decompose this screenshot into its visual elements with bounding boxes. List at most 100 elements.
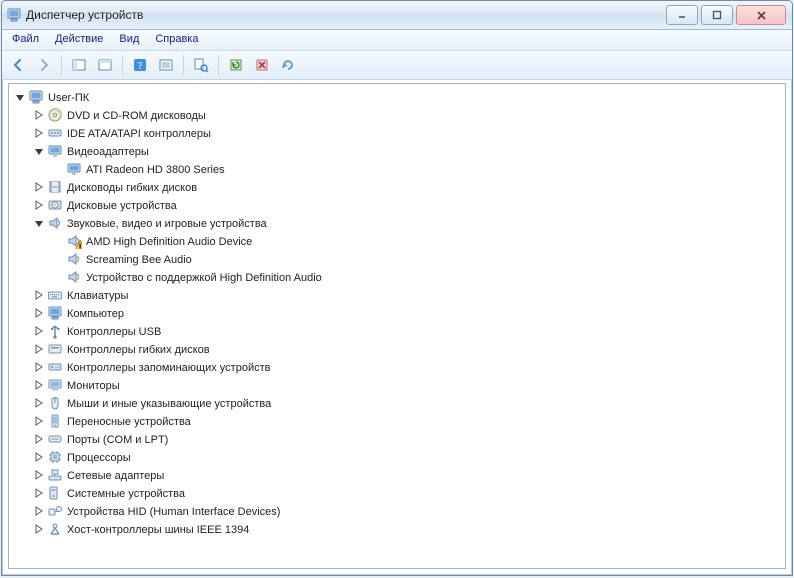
tree-item[interactable]: Переносные устройства — [11, 412, 783, 430]
tree-item[interactable]: Контроллеры гибких дисков — [11, 340, 783, 358]
tree-item[interactable]: Компьютер — [11, 304, 783, 322]
arrow-right-icon — [36, 57, 52, 73]
tree-item[interactable]: Мыши и иные указывающие устройства — [11, 394, 783, 412]
minimize-button[interactable] — [666, 5, 698, 25]
tree-item-label: Процессоры — [67, 451, 131, 464]
tree-item-label: Мыши и иные указывающие устройства — [67, 397, 271, 410]
toolbar-update-driver[interactable] — [224, 53, 248, 77]
tree-item[interactable]: IDE ATA/ATAPI контроллеры — [11, 124, 783, 142]
expand-toggle[interactable] — [33, 182, 44, 193]
tree-item-label: User-ПК — [48, 91, 89, 104]
menu-view[interactable]: Вид — [111, 30, 147, 50]
uninstall-icon — [254, 57, 270, 73]
tree-item-label: Дисковые устройства — [67, 199, 177, 212]
expand-toggle[interactable] — [33, 452, 44, 463]
tree-item-label: Дисководы гибких дисков — [67, 181, 197, 194]
expand-toggle[interactable] — [33, 470, 44, 481]
expand-toggle[interactable] — [33, 416, 44, 427]
titlebar: Диспетчер устройств — [2, 1, 792, 30]
tree-item-label: Клавиатуры — [67, 289, 128, 302]
expand-toggle[interactable] — [33, 326, 44, 337]
tree-item[interactable]: Клавиатуры — [11, 286, 783, 304]
tree-item[interactable]: Видеоадаптеры — [11, 142, 783, 160]
tree-item[interactable]: Дисковые устройства — [11, 196, 783, 214]
tree-item[interactable]: Устройство с поддержкой High Definition … — [11, 268, 783, 286]
toolbar-back-button[interactable] — [6, 53, 30, 77]
menu-help[interactable]: Справка — [147, 30, 206, 50]
expand-toggle[interactable] — [33, 200, 44, 211]
tree-root[interactable]: User-ПК — [11, 88, 783, 106]
device-tree-pane[interactable]: User-ПК DVD и CD-ROM дисководыIDE ATA/ATA… — [8, 83, 786, 569]
tree-item-label: Порты (COM и LPT) — [67, 433, 168, 446]
storage-icon — [47, 359, 63, 375]
ieee-icon — [47, 521, 63, 537]
expand-toggle[interactable] — [33, 434, 44, 445]
tree-item-label: Screaming Bee Audio — [86, 253, 192, 266]
toolbar-separator — [61, 55, 62, 75]
tree-item[interactable]: Screaming Bee Audio — [11, 250, 783, 268]
keyboard-icon — [47, 287, 63, 303]
update-icon — [228, 57, 244, 73]
sound-icon — [66, 251, 82, 267]
tree-item[interactable]: AMD High Definition Audio Device — [11, 232, 783, 250]
disc-icon — [47, 107, 63, 123]
menu-file[interactable]: Файл — [4, 30, 47, 50]
tree-item[interactable]: Устройства HID (Human Interface Devices) — [11, 502, 783, 520]
ide-icon — [47, 125, 63, 141]
tree-item[interactable]: Контроллеры USB — [11, 322, 783, 340]
tree-item-label: Контроллеры USB — [67, 325, 161, 338]
tree-item[interactable]: DVD и CD-ROM дисководы — [11, 106, 783, 124]
display-icon — [66, 161, 82, 177]
toolbar-action-list[interactable] — [154, 53, 178, 77]
toolbar-show-hide-tree[interactable] — [67, 53, 91, 77]
toolbar-properties[interactable] — [93, 53, 117, 77]
tree-item[interactable]: Процессоры — [11, 448, 783, 466]
tree-item-label: Сетевые адаптеры — [67, 469, 164, 482]
refresh-icon — [280, 57, 296, 73]
expand-toggle[interactable] — [33, 128, 44, 139]
hid-icon — [47, 503, 63, 519]
expand-toggle[interactable] — [33, 362, 44, 373]
expand-toggle[interactable] — [33, 290, 44, 301]
expand-toggle[interactable] — [33, 506, 44, 517]
expand-toggle[interactable] — [14, 92, 25, 103]
monitor-icon — [47, 377, 63, 393]
tree-item[interactable]: Порты (COM и LPT) — [11, 430, 783, 448]
expand-toggle[interactable] — [33, 308, 44, 319]
device-manager-window: Диспетчер устройств Файл Действие Вид Сп… — [1, 0, 793, 576]
tree-item[interactable]: Звуковые, видео и игровые устройства — [11, 214, 783, 232]
expand-toggle[interactable] — [33, 344, 44, 355]
menu-action[interactable]: Действие — [47, 30, 111, 50]
expand-toggle[interactable] — [33, 488, 44, 499]
tree-item[interactable]: Контроллеры запоминающих устройств — [11, 358, 783, 376]
system-icon — [47, 485, 63, 501]
maximize-button[interactable] — [701, 5, 733, 25]
expand-toggle[interactable] — [33, 218, 44, 229]
floppy-icon — [47, 179, 63, 195]
toolbar-forward-button[interactable] — [32, 53, 56, 77]
expand-toggle[interactable] — [33, 380, 44, 391]
toolbar-help-button[interactable] — [128, 53, 152, 77]
toolbar-refresh[interactable] — [276, 53, 300, 77]
expand-toggle[interactable] — [33, 110, 44, 121]
tree-item[interactable]: ATI Radeon HD 3800 Series — [11, 160, 783, 178]
tree-item[interactable]: Мониторы — [11, 376, 783, 394]
tree-item[interactable]: Системные устройства — [11, 484, 783, 502]
expand-toggle[interactable] — [33, 524, 44, 535]
expand-toggle[interactable] — [33, 398, 44, 409]
tree-item[interactable]: Сетевые адаптеры — [11, 466, 783, 484]
toolbar-separator — [218, 55, 219, 75]
toolbar-uninstall[interactable] — [250, 53, 274, 77]
tree-item[interactable]: Дисководы гибких дисков — [11, 178, 783, 196]
tree-item-label: Устройство с поддержкой High Definition … — [86, 271, 322, 284]
expand-toggle[interactable] — [33, 146, 44, 157]
menubar: Файл Действие Вид Справка — [2, 30, 792, 51]
tree-item-label: Хост-контроллеры шины IEEE 1394 — [67, 523, 249, 536]
sound-icon — [66, 233, 82, 249]
portable-icon — [47, 413, 63, 429]
close-button[interactable] — [736, 5, 786, 25]
tree-item-label: ATI Radeon HD 3800 Series — [86, 163, 225, 176]
tree-item[interactable]: Хост-контроллеры шины IEEE 1394 — [11, 520, 783, 538]
help-icon — [132, 57, 148, 73]
toolbar-scan-hardware[interactable] — [189, 53, 213, 77]
